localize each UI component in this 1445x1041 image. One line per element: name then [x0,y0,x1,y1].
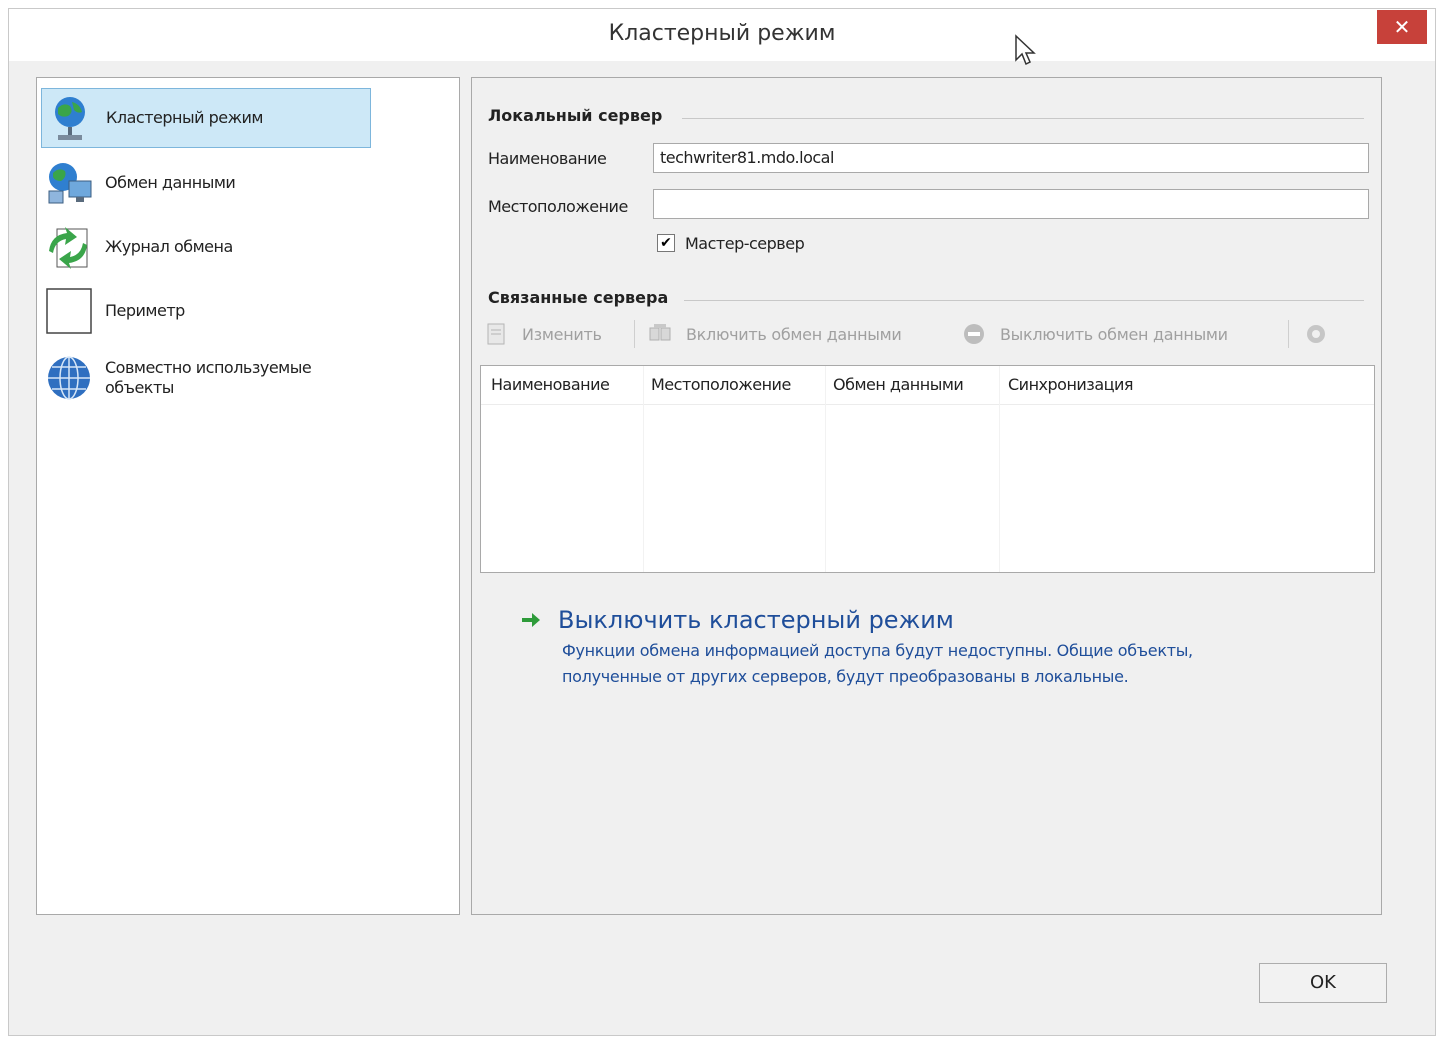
shared-globe-icon [48,356,90,400]
linked-servers-toolbar: Изменить Включить обмен данными Выключит… [486,318,1366,350]
disable-cluster-link[interactable]: Выключить кластерный режим [520,606,954,634]
column-divider [999,366,1000,572]
column-header-name[interactable]: Наименование [491,375,610,394]
nav-item-shared-objects[interactable]: Совместно используемые объекты [41,348,371,408]
column-header-exchange[interactable]: Обмен данными [833,375,964,394]
section-nav: Кластерный режим Обмен данными Журнал об… [36,77,460,915]
master-server-checkbox[interactable]: ✔ [657,234,675,252]
close-button[interactable]: ✕ [1377,10,1427,44]
perimeter-icon [46,288,92,334]
nav-item-label: Периметр [105,301,185,320]
column-header-location[interactable]: Местоположение [651,375,791,394]
mouse-cursor-icon [1015,34,1036,66]
column-divider [643,366,644,572]
linked-servers-group-title: Связанные сервера [488,288,669,307]
name-label: Наименование [488,149,607,168]
green-arrow-icon [522,613,540,627]
group-divider [682,118,1364,119]
toolbar-separator [634,320,635,348]
data-exchange-icon [48,163,92,204]
disable-cluster-description: Функции обмена информацией доступа будут… [562,641,1193,686]
refresh-button[interactable] [1304,318,1342,350]
nav-item-data-exchange[interactable]: Обмен данными [41,153,371,213]
nav-item-label: Совместно используемые объекты [105,358,312,397]
location-label: Местоположение [488,197,628,216]
nav-item-label: Журнал обмена [105,237,233,256]
server-location-field[interactable] [653,189,1369,219]
window-title: Кластерный режим [608,21,836,46]
globe-server-icon [55,97,85,140]
group-divider [684,300,1364,301]
refresh-icon [1307,325,1325,343]
toolbar-separator [1288,320,1289,348]
master-server-label: Мастер-сервер [685,234,805,253]
table-header: Наименование Местоположение Обмен данным… [481,366,1374,405]
nav-item-label: Кластерный режим [106,108,263,127]
enable-exchange-icon [649,324,671,341]
exchange-log-icon [49,227,88,269]
edit-icon [487,323,505,345]
settings-panel: Локальный сервер Наименование techwriter… [471,77,1382,915]
enable-exchange-button[interactable]: Включить обмен данными [648,318,902,350]
local-server-group-title: Локальный сервер [488,106,663,125]
ok-button[interactable]: OK [1259,963,1387,1003]
column-header-sync[interactable]: Синхронизация [1008,375,1134,394]
nav-item-label: Обмен данными [105,173,236,192]
title-bar: Кластерный режим ✕ [9,9,1435,61]
disable-cluster-title[interactable]: Выключить кластерный режим [558,606,954,634]
nav-item-perimeter[interactable]: Периметр [41,281,371,341]
nav-item-cluster-mode[interactable]: Кластерный режим [41,88,371,148]
nav-item-exchange-log[interactable]: Журнал обмена [41,217,371,277]
linked-servers-table[interactable]: Наименование Местоположение Обмен данным… [480,365,1375,573]
enable-exchange-label: Включить обмен данными [686,324,902,344]
server-name-field[interactable]: techwriter81.mdo.local [653,143,1369,173]
edit-label: Изменить [522,324,602,344]
disable-exchange-button[interactable]: Выключить обмен данными [962,318,1228,350]
edit-button[interactable]: Изменить [486,318,602,350]
disable-exchange-label: Выключить обмен данными [1000,324,1228,344]
disable-exchange-icon [964,324,984,344]
column-divider [825,366,826,572]
